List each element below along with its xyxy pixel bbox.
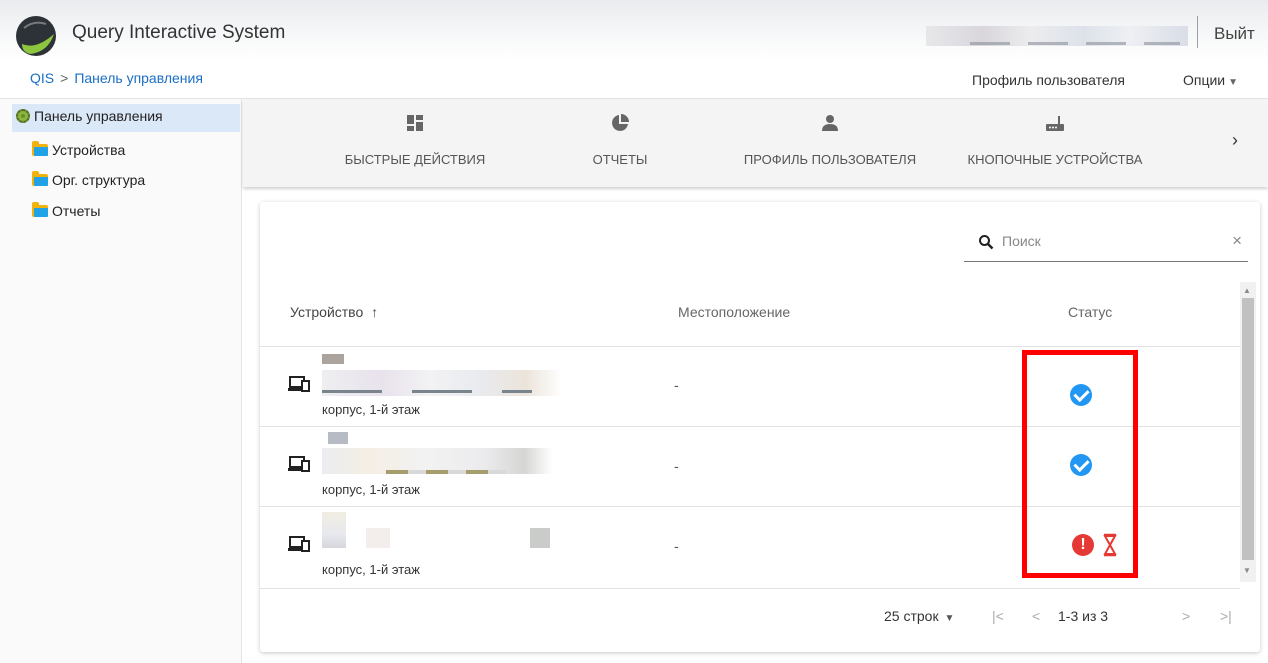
person-icon	[822, 115, 838, 131]
folder-icon	[32, 202, 48, 217]
next-page-button[interactable]: >	[1182, 608, 1190, 624]
user-profile-link[interactable]: Профиль пользователя	[972, 72, 1125, 88]
chevron-right-icon[interactable]: ›	[1232, 130, 1238, 151]
logout-button[interactable]: Выйт	[1214, 24, 1268, 44]
clear-icon[interactable]: ×	[1232, 231, 1242, 251]
caret-down-icon: ▼	[944, 613, 955, 624]
user-name-redacted-line	[970, 42, 1180, 45]
tab-quick-actions[interactable]: БЫСТРЫЕ ДЕЙСТВИЯ	[320, 99, 510, 187]
device-subtitle: корпус, 1-й этаж	[322, 562, 420, 577]
tab-label: ОТЧЕТЫ	[592, 152, 648, 167]
tab-button-devices[interactable]: КНОПОЧНЫЕ УСТРОЙСТВА	[950, 99, 1160, 187]
device-subtitle: корпус, 1-й этаж	[322, 482, 420, 497]
table-divider	[260, 588, 1240, 589]
device-name-redacted-line	[322, 390, 532, 393]
search-placeholder: Поиск	[1002, 233, 1041, 249]
prev-page-button[interactable]: <	[1032, 608, 1040, 624]
scrollbar-thumb[interactable]	[1242, 298, 1254, 560]
devices-icon	[288, 456, 310, 472]
app-logo	[16, 16, 56, 56]
page-range: 1-3 из 3	[1058, 608, 1109, 624]
column-header-location[interactable]: Местоположение	[678, 304, 790, 320]
location-value: -	[674, 377, 679, 393]
rows-per-page-label: 25 строк	[884, 608, 939, 624]
column-header-device[interactable]: Устройство ↑	[290, 304, 378, 320]
device-name-redacted	[322, 512, 346, 548]
sidebar-item-label: Орг. структура	[52, 172, 146, 188]
search-field[interactable]: Поиск ×	[964, 224, 1248, 262]
sort-arrow-icon: ↑	[371, 304, 379, 320]
device-name-redacted	[366, 528, 390, 548]
tab-label: ПРОФИЛЬ ПОЛЬЗОВАТЕЛЯ	[743, 152, 917, 167]
table-divider	[260, 346, 1240, 347]
sidebar-item-devices[interactable]: Устройства	[32, 141, 126, 158]
last-page-button[interactable]: >|	[1220, 608, 1232, 624]
options-label: Опции	[1183, 72, 1226, 88]
sidebar-item-label: Отчеты	[52, 203, 101, 219]
gear-icon	[16, 109, 30, 123]
tab-label: КНОПОЧНЫЕ УСТРОЙСТВА	[967, 152, 1143, 167]
sidebar-item-dashboard[interactable]: Панель управления	[16, 108, 163, 124]
rows-per-page-select[interactable]: 25 строк ▼	[884, 608, 954, 624]
breadcrumb-root[interactable]: QIS	[30, 70, 54, 86]
dashboard-icon	[407, 115, 423, 131]
sidebar-item-org-structure[interactable]: Орг. структура	[32, 171, 146, 188]
app-title: Query Interactive System	[72, 22, 286, 43]
caret-down-icon: ▼	[1228, 77, 1239, 88]
column-header-status[interactable]: Статус	[1068, 304, 1112, 320]
first-page-button[interactable]: |<	[992, 608, 1004, 624]
tab-label: БЫСТРЫЕ ДЕЙСТВИЯ	[344, 152, 486, 167]
folder-icon	[32, 141, 48, 156]
sidebar-item-label: Устройства	[52, 142, 126, 158]
devices-icon	[288, 536, 310, 552]
sidebar-item-reports[interactable]: Отчеты	[32, 202, 101, 219]
location-value: -	[674, 458, 679, 474]
location-value: -	[674, 538, 679, 554]
tab-reports[interactable]: ОТЧЕТЫ	[570, 99, 670, 187]
status-highlight-box	[1022, 350, 1138, 578]
tab-user-profile[interactable]: ПРОФИЛЬ ПОЛЬЗОВАТЕЛЯ	[730, 99, 930, 187]
scroll-down-icon[interactable]: ▼	[1243, 566, 1251, 575]
options-menu[interactable]: Опции ▼	[1183, 72, 1238, 88]
column-header-label: Устройство	[290, 304, 364, 320]
devices-icon	[288, 376, 310, 392]
sidebar-item-label: Панель управления	[34, 108, 163, 124]
breadcrumb-current[interactable]: Панель управления	[74, 70, 203, 86]
search-icon	[979, 235, 994, 250]
device-name-redacted-line	[386, 470, 506, 474]
scroll-up-icon[interactable]: ▲	[1243, 286, 1251, 295]
device-name-redacted	[328, 432, 348, 444]
header-divider	[1197, 16, 1198, 48]
device-name-redacted	[530, 528, 550, 548]
pie-chart-icon	[612, 114, 629, 131]
device-name-redacted	[322, 354, 344, 364]
breadcrumb: QIS > Панель управления	[30, 70, 203, 86]
device-subtitle: корпус, 1-й этаж	[322, 402, 420, 417]
folder-icon	[32, 171, 48, 186]
router-icon	[1046, 116, 1064, 131]
breadcrumb-separator: >	[60, 70, 69, 86]
